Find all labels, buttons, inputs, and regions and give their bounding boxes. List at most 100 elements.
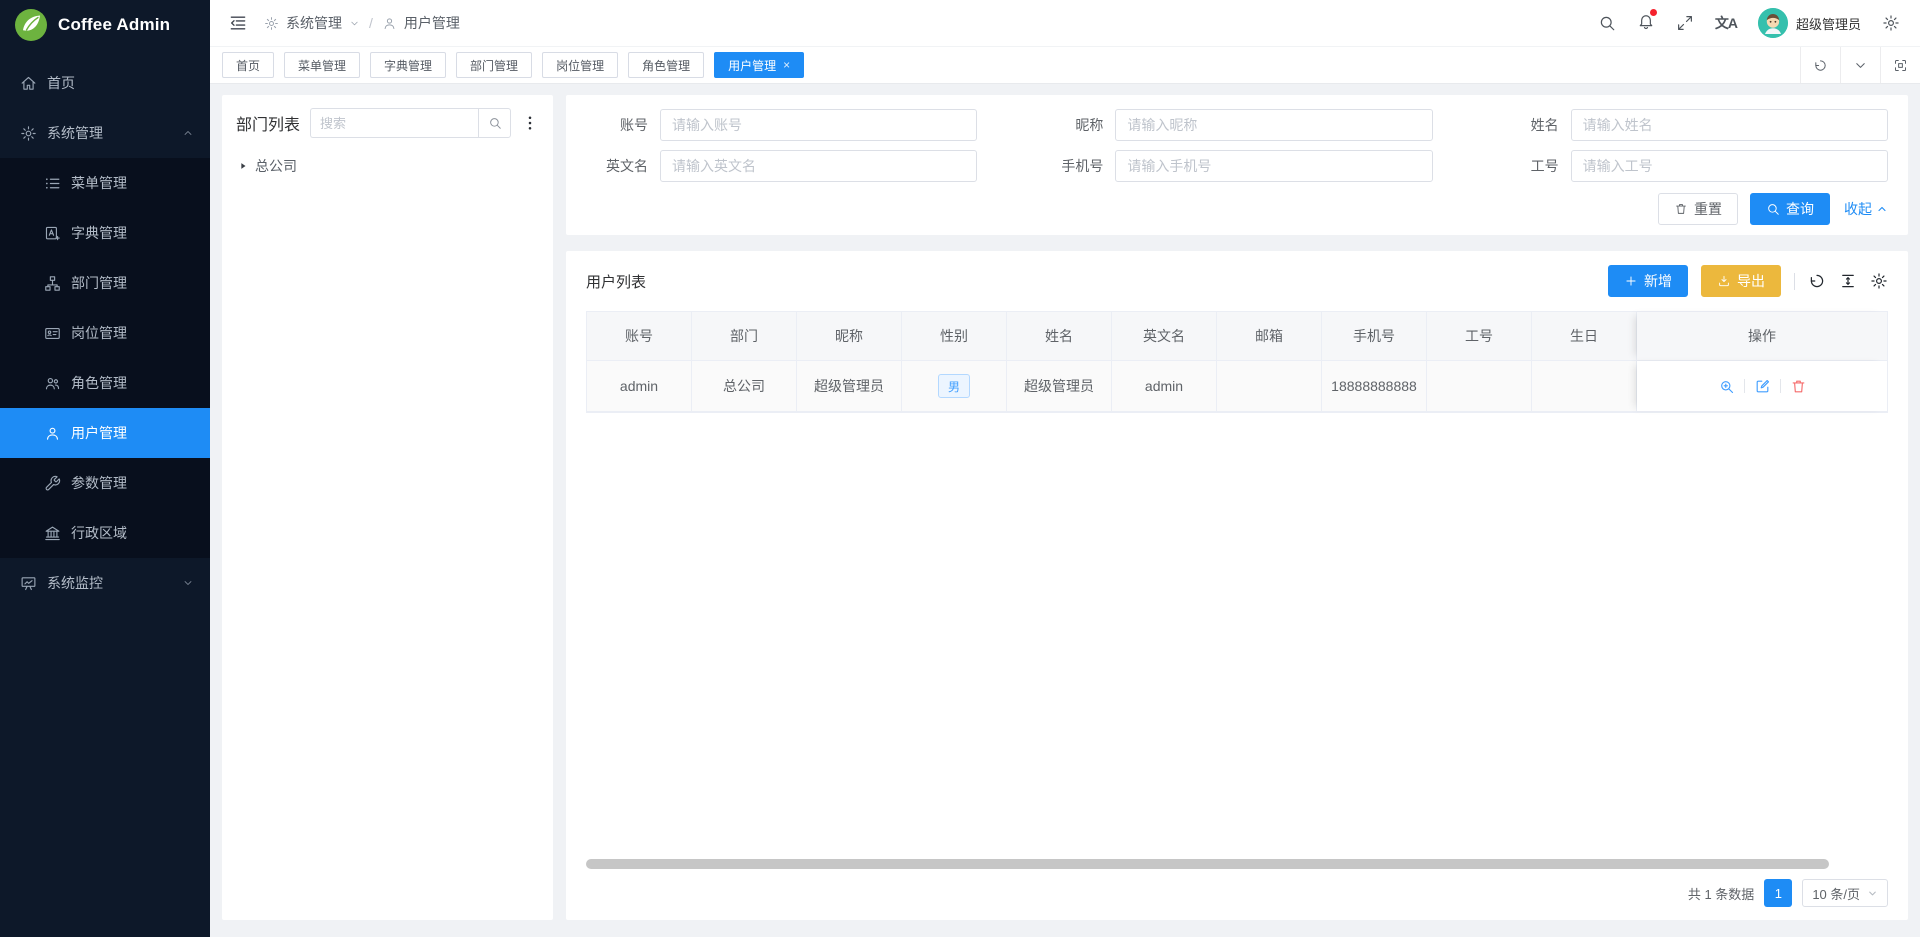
sidebar-menu: 首页 系统管理 菜单管理 字典管理 部门管理 bbox=[0, 50, 210, 937]
name-input[interactable] bbox=[1571, 109, 1888, 141]
sidebar-item-menu-mgmt[interactable]: 菜单管理 bbox=[0, 158, 210, 208]
settings-gear-icon[interactable] bbox=[1882, 14, 1900, 32]
horizontal-scrollbar bbox=[586, 859, 1888, 869]
roles-people-icon bbox=[44, 375, 61, 392]
tab-home[interactable]: 首页 bbox=[222, 52, 274, 78]
col-name: 姓名 bbox=[1007, 312, 1112, 360]
sex-tag: 男 bbox=[938, 374, 970, 398]
breadcrumb-section[interactable]: 系统管理 bbox=[286, 13, 342, 33]
field-job-no: 工号 bbox=[1497, 150, 1888, 182]
chevron-down-icon[interactable] bbox=[349, 18, 360, 29]
sidebar-item-home[interactable]: 首页 bbox=[0, 58, 210, 108]
tab-dropdown-button[interactable] bbox=[1840, 47, 1880, 83]
tab-dept-mgmt[interactable]: 部门管理 bbox=[456, 52, 532, 78]
table-empty-space bbox=[586, 413, 1888, 859]
pagination: 共 1 条数据 1 10 条/页 bbox=[586, 872, 1888, 914]
maximize-content-button[interactable] bbox=[1880, 47, 1920, 83]
sidebar-collapse-icon[interactable] bbox=[228, 13, 248, 33]
cell-sex: 男 bbox=[902, 361, 1007, 411]
home-icon bbox=[20, 75, 37, 92]
tab-user-mgmt[interactable]: 用户管理 × bbox=[714, 52, 804, 78]
table-header-row: 账号 部门 昵称 性别 姓名 英文名 邮箱 手机号 工号 生日 操作 bbox=[587, 312, 1887, 361]
tab-label: 菜单管理 bbox=[298, 57, 346, 74]
phone-input[interactable] bbox=[1115, 150, 1432, 182]
sidebar-item-post-mgmt[interactable]: 岗位管理 bbox=[0, 308, 210, 358]
scrollbar-thumb[interactable] bbox=[586, 859, 1829, 869]
tab-post-mgmt[interactable]: 岗位管理 bbox=[542, 52, 618, 78]
edit-icon[interactable] bbox=[1754, 378, 1771, 395]
dept-search-button[interactable] bbox=[478, 108, 511, 138]
account-input[interactable] bbox=[660, 109, 977, 141]
dept-tree: 总公司 bbox=[236, 152, 539, 180]
user-table: 账号 部门 昵称 性别 姓名 英文名 邮箱 手机号 工号 生日 操作 bbox=[586, 311, 1888, 413]
field-name: 姓名 bbox=[1497, 109, 1888, 141]
chevron-down-icon bbox=[1853, 58, 1868, 73]
sidebar-item-label: 岗位管理 bbox=[71, 323, 127, 343]
tab-label: 部门管理 bbox=[470, 57, 518, 74]
translate-icon[interactable]: 文A bbox=[1715, 13, 1737, 33]
dept-panel-title: 部门列表 bbox=[236, 111, 300, 135]
nickname-input[interactable] bbox=[1115, 109, 1432, 141]
english-name-input[interactable] bbox=[660, 150, 977, 182]
delete-trash-icon[interactable] bbox=[1790, 378, 1807, 395]
maximize-icon bbox=[1893, 58, 1908, 73]
tab-role-mgmt[interactable]: 角色管理 bbox=[628, 52, 704, 78]
monitor-chart-icon bbox=[20, 575, 37, 592]
tree-node-root[interactable]: 总公司 bbox=[236, 152, 539, 180]
sidebar-item-dict-mgmt[interactable]: 字典管理 bbox=[0, 208, 210, 258]
field-english-name: 英文名 bbox=[586, 150, 977, 182]
refresh-icon bbox=[1813, 58, 1828, 73]
clear-trash-icon bbox=[1674, 202, 1688, 216]
list-icon bbox=[44, 175, 61, 192]
filter-actions: 重置 查询 收起 bbox=[586, 193, 1888, 225]
field-label: 昵称 bbox=[1041, 115, 1103, 135]
cell-name: 超级管理员 bbox=[1007, 361, 1112, 411]
sidebar-item-label: 系统监控 bbox=[47, 573, 103, 593]
sidebar-item-label: 菜单管理 bbox=[71, 173, 127, 193]
sidebar-submenu-system: 菜单管理 字典管理 部门管理 岗位管理 角色管理 bbox=[0, 158, 210, 558]
wrench-icon bbox=[44, 475, 61, 492]
query-button[interactable]: 查询 bbox=[1750, 193, 1830, 225]
tab-close-icon[interactable]: × bbox=[783, 59, 790, 71]
sidebar-item-monitor[interactable]: 系统监控 bbox=[0, 558, 210, 608]
person-icon bbox=[382, 16, 397, 31]
col-actions: 操作 bbox=[1637, 312, 1887, 360]
column-settings-gear-icon[interactable] bbox=[1870, 272, 1888, 290]
row-height-icon[interactable] bbox=[1839, 272, 1857, 290]
notification-bell[interactable] bbox=[1637, 12, 1655, 35]
right-column: 账号 昵称 姓名 英文名 bbox=[566, 95, 1908, 920]
fullscreen-icon[interactable] bbox=[1676, 14, 1694, 32]
collapse-filter-button[interactable]: 收起 bbox=[1844, 199, 1888, 219]
field-account: 账号 bbox=[586, 109, 977, 141]
sidebar-item-admin-region[interactable]: 行政区域 bbox=[0, 508, 210, 558]
tab-controls bbox=[1800, 47, 1920, 83]
add-user-button[interactable]: 新增 bbox=[1608, 265, 1688, 297]
tab-label: 角色管理 bbox=[642, 57, 690, 74]
table-row: admin 总公司 超级管理员 男 超级管理员 admin 1888888888… bbox=[587, 361, 1887, 412]
kebab-menu-icon[interactable] bbox=[521, 114, 539, 132]
action-divider bbox=[1780, 379, 1781, 393]
refresh-tab-button[interactable] bbox=[1800, 47, 1840, 83]
sidebar-item-dept-mgmt[interactable]: 部门管理 bbox=[0, 258, 210, 308]
view-zoom-icon[interactable] bbox=[1718, 378, 1735, 395]
dept-search-input[interactable] bbox=[310, 108, 478, 138]
reset-button[interactable]: 重置 bbox=[1658, 193, 1738, 225]
sidebar-item-param-mgmt[interactable]: 参数管理 bbox=[0, 458, 210, 508]
col-birthday: 生日 bbox=[1532, 312, 1637, 360]
export-button[interactable]: 导出 bbox=[1701, 265, 1781, 297]
page-number-button[interactable]: 1 bbox=[1764, 879, 1792, 907]
page-size-select[interactable]: 10 条/页 bbox=[1802, 879, 1888, 907]
job-no-input[interactable] bbox=[1571, 150, 1888, 182]
chevron-up-icon bbox=[1876, 203, 1888, 215]
sidebar-item-user-mgmt[interactable]: 用户管理 bbox=[0, 408, 210, 458]
refresh-icon[interactable] bbox=[1808, 272, 1826, 290]
user-menu[interactable]: 超级管理员 bbox=[1758, 8, 1861, 38]
id-card-icon bbox=[44, 325, 61, 342]
tab-menu-mgmt[interactable]: 菜单管理 bbox=[284, 52, 360, 78]
sidebar-item-label: 字典管理 bbox=[71, 223, 127, 243]
tab-dict-mgmt[interactable]: 字典管理 bbox=[370, 52, 446, 78]
chevron-down-icon bbox=[1867, 888, 1878, 899]
search-icon[interactable] bbox=[1598, 14, 1616, 32]
sidebar-item-role-mgmt[interactable]: 角色管理 bbox=[0, 358, 210, 408]
sidebar-item-system[interactable]: 系统管理 bbox=[0, 108, 210, 158]
